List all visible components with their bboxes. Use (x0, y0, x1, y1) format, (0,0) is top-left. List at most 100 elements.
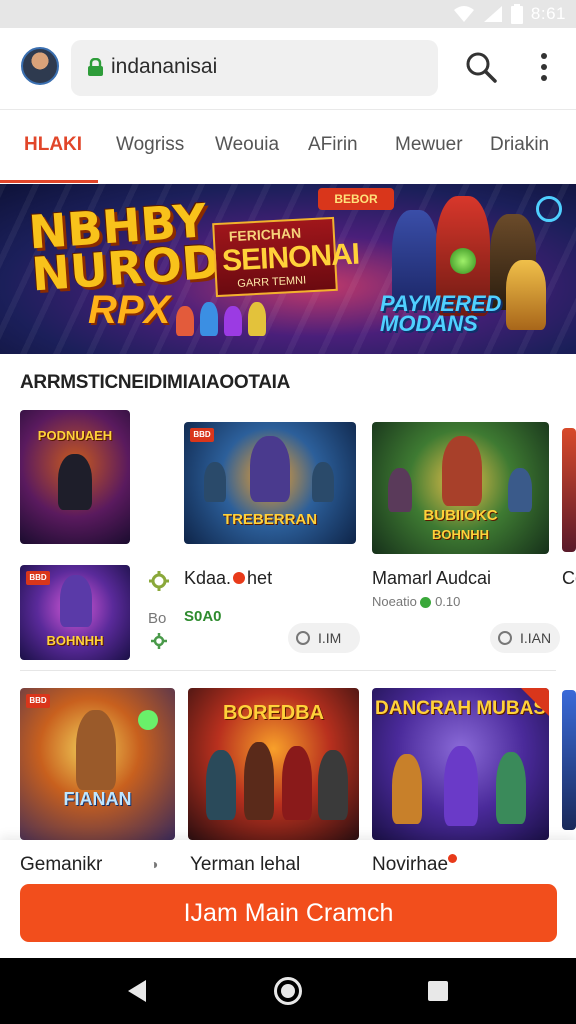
card-subtitle-value: 0.10 (435, 594, 461, 609)
tile-character (206, 750, 236, 820)
tile-badge: BBD (26, 571, 50, 585)
url-text: indananisai (111, 55, 218, 78)
game-tile[interactable]: DANCRAH MUBAS (372, 688, 549, 840)
tile-glow (138, 710, 158, 730)
primary-cta-button[interactable]: IJam Main Cramch (20, 884, 557, 942)
tile-character (318, 750, 348, 820)
tile-character (508, 468, 532, 512)
active-tab-indicator (0, 180, 98, 183)
recents-icon[interactable] (428, 981, 448, 1001)
tile-title: FIANAN (63, 789, 132, 809)
status-time: 8:61 (530, 4, 566, 23)
address-bar[interactable]: indananisai (71, 40, 438, 96)
notification-dot (233, 572, 246, 584)
banner-badge-main: SEINONAI (221, 237, 360, 278)
tile-character (58, 454, 92, 510)
banner-character (224, 306, 242, 336)
tile-character (244, 742, 274, 820)
lock-icon (88, 58, 103, 76)
back-icon[interactable] (128, 980, 146, 1002)
divider (20, 670, 556, 671)
gear-small-icon (151, 633, 167, 649)
clock-icon (498, 631, 512, 645)
tab-afirin[interactable]: AFirin (308, 134, 358, 156)
card-action-pill[interactable]: I.IM (288, 623, 360, 653)
tile-badge: BBD (26, 694, 50, 708)
sheet-option[interactable]: Gemanikr (20, 854, 102, 876)
browser-toolbar: indananisai (0, 28, 576, 110)
banner-right-title: PAYMERED MODANS (380, 291, 502, 336)
notification-dot (448, 854, 458, 863)
card-title[interactable]: Mamarl Audcai (372, 568, 491, 589)
game-tile[interactable]: BUBIIOKC BOHNHH (372, 422, 549, 554)
search-icon[interactable] (462, 48, 500, 86)
banner-glowing-orb (450, 248, 476, 274)
share-icon: ◑ (150, 856, 159, 872)
banner-character (200, 302, 218, 336)
status-bar: 8:61 (0, 0, 576, 28)
game-tile[interactable]: BBD FIANAN (20, 688, 175, 840)
clock-icon (296, 631, 310, 645)
game-tile-partial[interactable] (562, 690, 576, 830)
price: S0A0 (184, 608, 222, 625)
tile-character (60, 575, 92, 627)
banner-subtitle: RPX (88, 288, 171, 332)
card-subtitle: Noeatio 0.10 (372, 594, 460, 609)
sheet-option-label: Novirhae (372, 854, 449, 875)
tile-character (388, 468, 412, 512)
game-tile[interactable]: BBD BOHNHH (20, 565, 130, 660)
tile-title: TREBERRAN (222, 511, 318, 528)
tab-wogriss[interactable]: Wogriss (116, 134, 184, 156)
banner-badge-foot: GARR TEMNI (237, 274, 307, 290)
more-vert-icon[interactable] (533, 50, 555, 84)
tile-corner-badge (521, 688, 549, 716)
banner-character (176, 306, 194, 336)
game-tile[interactable]: BOREDBA (188, 688, 359, 840)
card-subtitle-text: Noeatio (372, 594, 417, 609)
tile-badge: BBD (190, 428, 214, 442)
card-title[interactable]: Kdaa. het (184, 568, 272, 589)
tile-character (444, 746, 478, 826)
status-icons: 8:61 (453, 3, 566, 25)
avatar[interactable] (21, 47, 59, 85)
gear-icon (149, 571, 169, 591)
tab-weouia[interactable]: Weouia (215, 134, 279, 156)
card-title-part: Kdaa. (184, 568, 232, 588)
card-title-partial[interactable]: Co (562, 568, 576, 589)
tile-character (312, 462, 334, 502)
signal-icon (483, 6, 502, 22)
system-navbar (0, 958, 576, 1024)
price-prefix: Bo (148, 610, 167, 627)
game-tile[interactable]: BBD TREBERRAN (184, 422, 356, 544)
game-tile[interactable]: PODNUAEH (20, 410, 130, 544)
battery-icon (510, 4, 523, 24)
banner-character (248, 302, 266, 336)
tile-character (496, 752, 526, 824)
game-tile-partial[interactable] (562, 428, 576, 552)
sheet-option[interactable]: Novirhae (372, 854, 458, 876)
tab-driakin[interactable]: Driakin (490, 134, 549, 156)
category-tabs: HLAKI Wogriss Weouia AFirin Mewuer Driak… (0, 110, 576, 184)
banner-glow-ring (536, 196, 562, 222)
tab-hlaki[interactable]: HLAKI (24, 134, 82, 156)
pill-label: I.IM (318, 630, 342, 646)
tab-mewuer[interactable]: Mewuer (395, 134, 463, 156)
wifi-icon (453, 6, 474, 22)
bottom-sheet: Gemanikr ◑ Yerman lehal Novirhae IJam Ma… (0, 840, 576, 958)
section-title: ARRMSTICNEIDIMIAIAOOTAIA (20, 372, 291, 393)
banner-promo-badge: FERICHAN SEINONAI GARR TEMNI (212, 216, 360, 298)
tile-title: BOHNHH (46, 633, 104, 648)
check-icon (420, 597, 432, 609)
pill-label: I.IAN (520, 630, 552, 646)
tile-subtitle: BOHNHH (431, 527, 490, 542)
tile-character (76, 710, 116, 790)
tile-title: BUBIIOKC (423, 507, 498, 524)
sheet-option[interactable]: Yerman lehal (190, 854, 300, 876)
banner-tag: BEBOR (318, 188, 394, 210)
card-action-pill[interactable]: I.IAN (490, 623, 560, 653)
promo-banner[interactable]: NBHBY NURODICS RPX FERICHAN SEINONAI GAR… (0, 184, 576, 354)
tile-character (204, 462, 226, 502)
home-icon[interactable] (274, 977, 302, 1005)
tile-title: PODNUAEH (37, 428, 113, 443)
tile-character (442, 436, 482, 506)
